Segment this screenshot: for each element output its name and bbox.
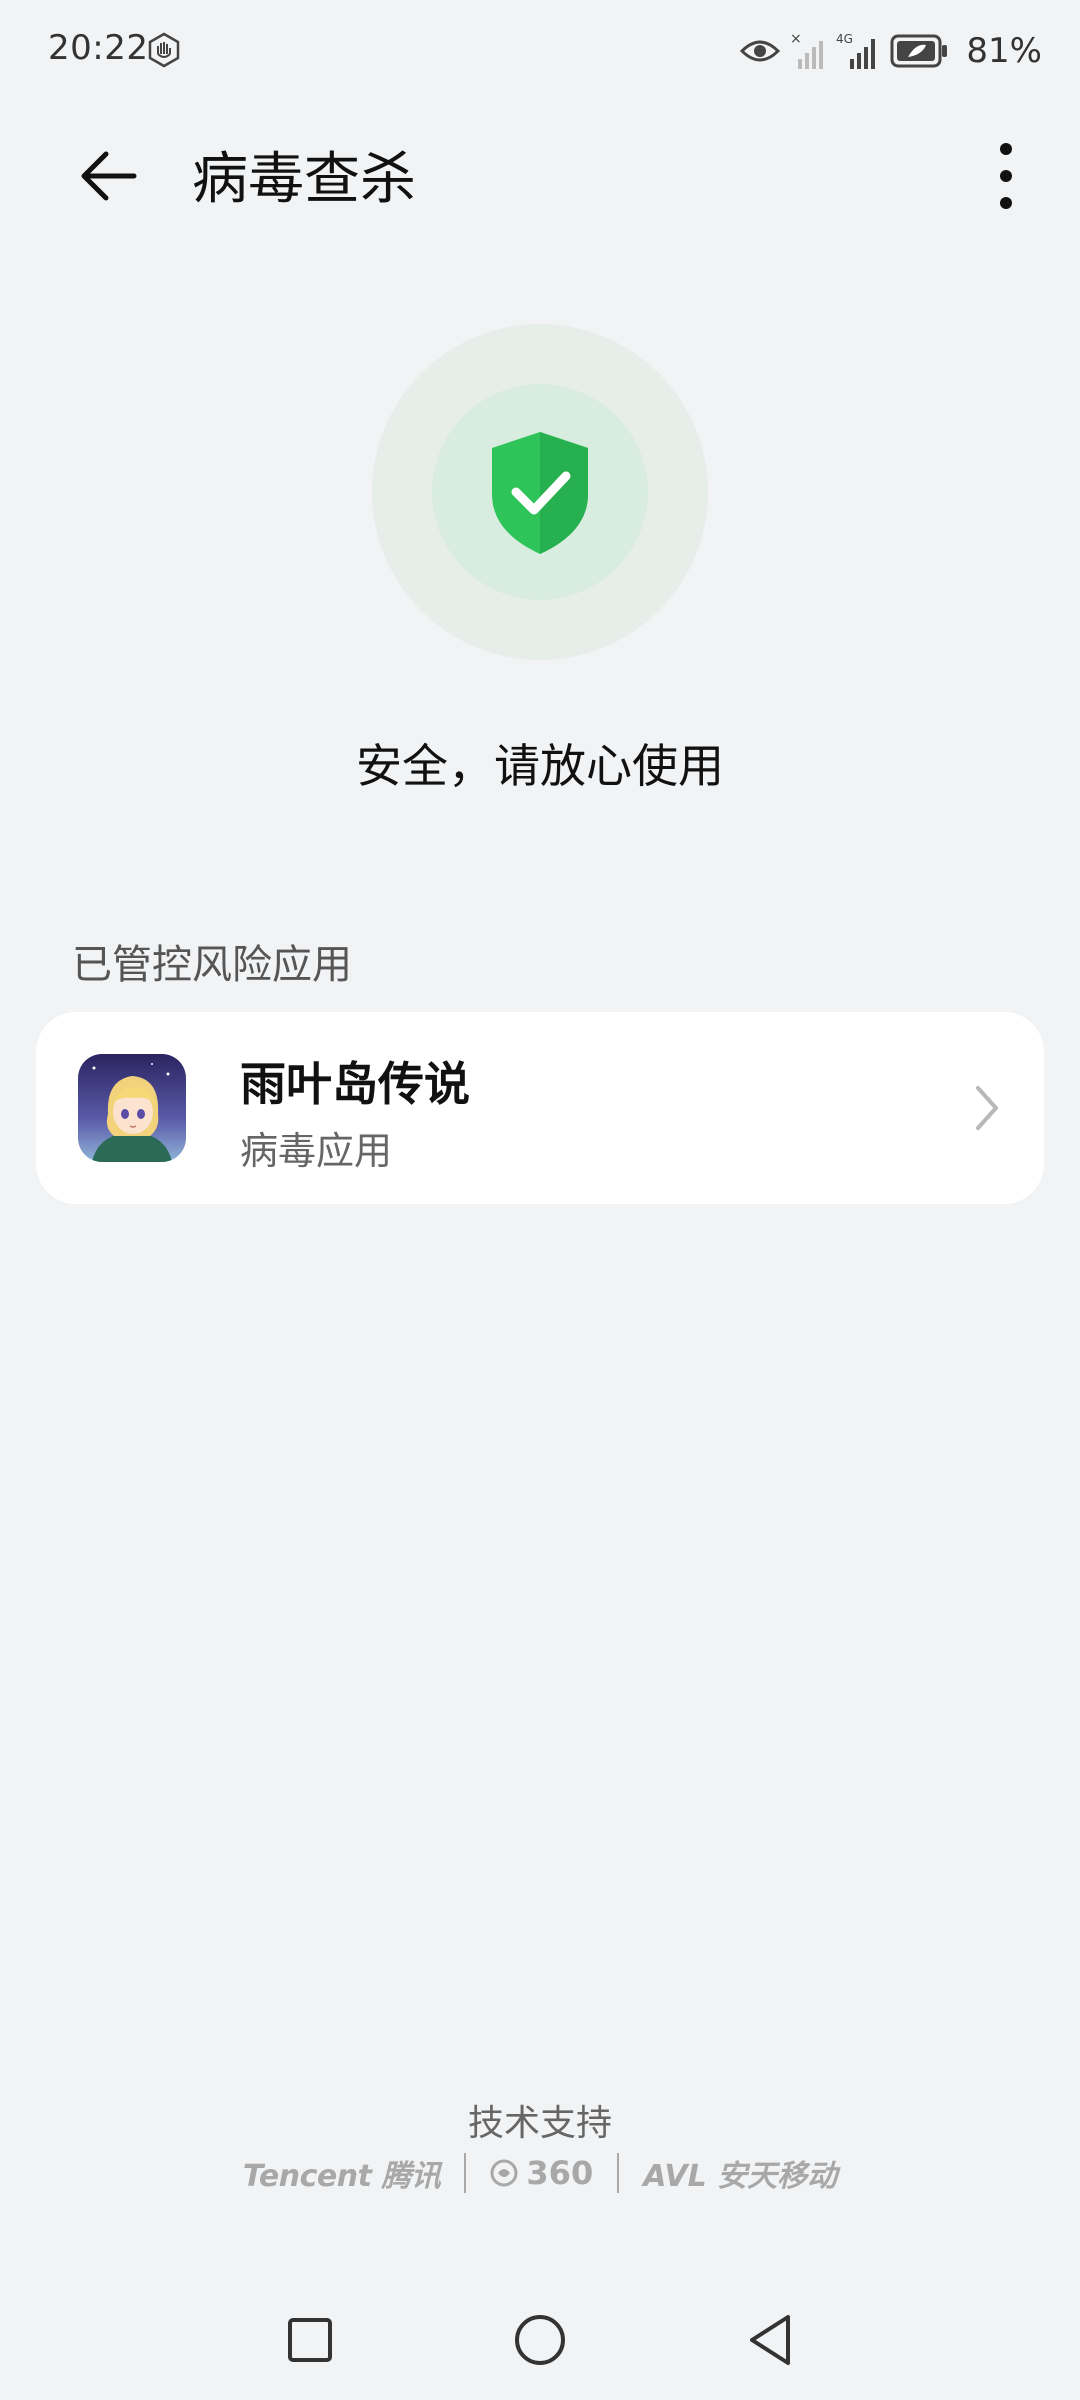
app-risk-status: 病毒应用 <box>240 1129 393 1173</box>
battery-icon <box>890 34 948 68</box>
back-button[interactable] <box>60 128 156 224</box>
logo-360-icon <box>490 2159 518 2187</box>
status-icons: × 4G 81% <box>740 28 1042 74</box>
scan-result-message: 安全，请放心使用 <box>356 739 724 793</box>
screen: 20:22 × 4G 81% 病毒查杀 安全，请放心使用 已管控风险应用 雨叶岛… <box>0 0 1080 2400</box>
svg-text:4G: 4G <box>836 32 853 46</box>
partner-logos: Tencent 腾讯 360 AVL 安天移动 <box>0 2148 1080 2198</box>
antiy-logo: AVL 安天移动 <box>643 2159 838 2194</box>
arrow-left-icon <box>81 151 137 201</box>
eye-icon <box>740 40 781 62</box>
nav-back-button[interactable] <box>730 2300 810 2380</box>
logo-360: 360 <box>490 2154 593 2192</box>
app-name: 雨叶岛传说 <box>240 1057 470 1111</box>
shield-check-icon <box>492 432 588 554</box>
risk-app-item[interactable]: 雨叶岛传说 病毒应用 <box>36 1012 1044 1204</box>
home-button[interactable] <box>500 2300 580 2380</box>
section-header-risk-apps: 已管控风险应用 <box>72 942 352 988</box>
status-bar: 20:22 × 4G 81% <box>0 0 1080 104</box>
tech-support-label: 技术支持 <box>467 2103 612 2144</box>
chevron-right-icon <box>976 1086 998 1130</box>
divider <box>617 2153 620 2193</box>
battery-percent: 81% <box>966 31 1042 71</box>
system-nav-bar <box>0 2300 1080 2380</box>
gesture-hand-icon <box>148 32 180 68</box>
security-status-graphic <box>372 324 708 660</box>
triangle-back-icon <box>750 2315 790 2365</box>
no-signal-icon: × <box>790 31 824 69</box>
circle-icon <box>515 2315 565 2365</box>
recent-apps-button[interactable] <box>270 2300 350 2380</box>
divider <box>464 2153 467 2193</box>
tencent-logo: Tencent 腾讯 <box>242 2159 441 2194</box>
svg-text:×: × <box>790 31 802 47</box>
more-vertical-icon <box>1000 143 1012 209</box>
status-time: 20:22 <box>48 28 149 68</box>
signal-4g-icon: 4G <box>836 32 876 69</box>
logo-360-text: 360 <box>526 2154 594 2192</box>
app-icon <box>78 1054 186 1162</box>
header: 病毒查杀 <box>0 104 1080 234</box>
page-title: 病毒查杀 <box>192 147 416 212</box>
square-icon <box>288 2318 332 2362</box>
more-options-button[interactable] <box>966 128 1046 224</box>
